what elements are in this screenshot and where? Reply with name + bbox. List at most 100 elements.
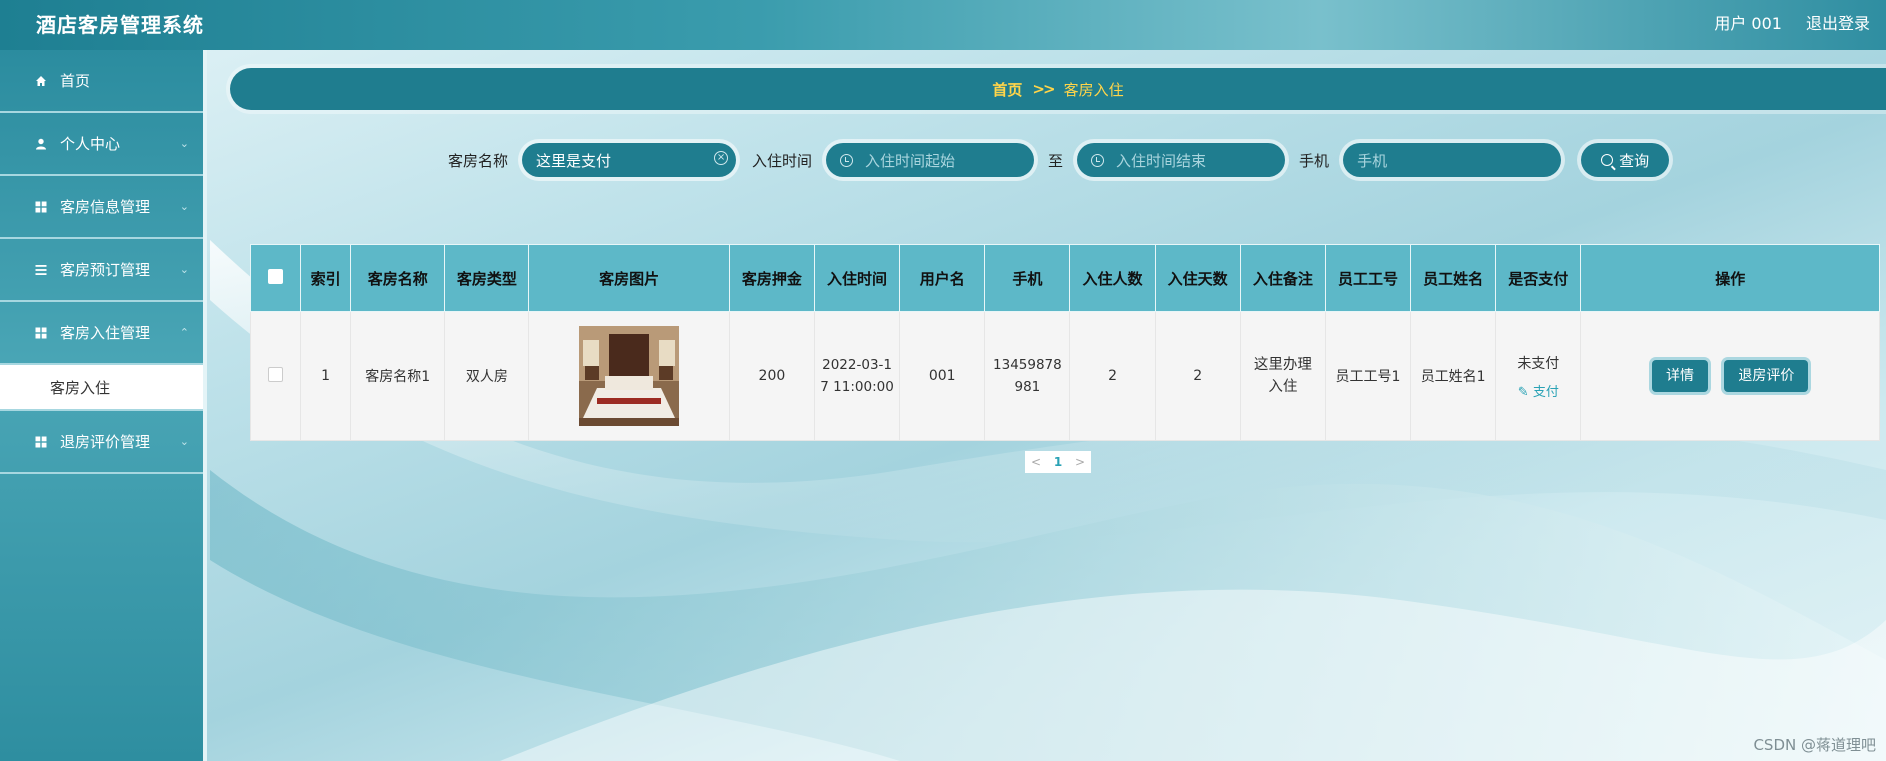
column-header: 客房押金 (728, 244, 815, 312)
checkin-time-label: 入住时间 (752, 151, 813, 170)
sidebar: 首页 个人中心 ⌄ 客房信息管理 ⌄ 客房预订管理 ⌄ 客房入住管理 ⌃ 客房入… (0, 50, 207, 761)
room-type-cell: 双人房 (444, 311, 530, 441)
chevron-down-icon: ⌄ (179, 200, 189, 213)
search-icon (1601, 154, 1614, 166)
checkin-time-cell: 2022-03-17 11:00:00 (813, 311, 901, 441)
detail-button[interactable]: 详情 (1651, 360, 1708, 392)
breadcrumb-current: 客房入住 (1063, 80, 1124, 99)
column-header: 是否支付 (1495, 244, 1582, 312)
column-header: 手机 (984, 244, 1071, 312)
sidebar-item-label: 个人中心 (60, 135, 121, 153)
top-header: 酒店客房管理系统 用户 001 退出登录 (0, 0, 1886, 50)
select-all-cell (249, 244, 302, 312)
deposit-cell: 200 (728, 311, 815, 441)
checkin-end-placeholder: 入住时间结束 (1116, 151, 1207, 170)
to-label: 至 (1048, 151, 1064, 170)
room-image (579, 326, 680, 426)
logout-link[interactable]: 退出登录 (1806, 10, 1870, 34)
chevron-down-icon: ⌄ (179, 435, 189, 448)
actions-cell: 详情 退房评价 (1580, 311, 1880, 441)
breadcrumb-separator: >> (1032, 80, 1055, 98)
sidebar-subitem-checkin[interactable]: 客房入住 (0, 365, 203, 411)
sidebar-item-room-booking[interactable]: 客房预订管理 ⌄ (0, 239, 203, 302)
room-name-value: 这里是支付 (536, 151, 612, 170)
select-all-checkbox[interactable] (268, 268, 284, 284)
sidebar-item-label: 客房入住管理 (60, 324, 151, 342)
phone-cell: 13459878981 (984, 311, 1071, 441)
grid-icon (30, 436, 52, 448)
checkin-start-input[interactable]: 入住时间起始 (826, 143, 1035, 177)
query-button[interactable]: 查询 (1581, 143, 1670, 177)
guests-cell: 2 (1069, 311, 1156, 441)
page-number[interactable]: 1 (1047, 455, 1069, 469)
pagination: < 1 > (1025, 451, 1091, 473)
sidebar-item-checkin-management[interactable]: 客房入住管理 ⌃ (0, 302, 203, 365)
grid-icon (30, 327, 52, 339)
staff-no-cell: 员工工号1 (1324, 311, 1412, 441)
table-row: 1 客房名称1 双人房 200 2022-03-17 11:00:00 001 … (249, 311, 1880, 441)
home-icon (30, 75, 52, 87)
column-header: 操作 (1580, 244, 1880, 312)
sidebar-item-label: 首页 (60, 72, 91, 90)
grid-icon (30, 201, 52, 213)
paid-cell: 未支付 ✎ 支付 (1495, 311, 1582, 441)
checkin-table: 索引 客房名称 客房类型 客房图片 客房押金 入住时间 用户名 手机 入住人数 … (249, 244, 1880, 441)
sidebar-item-personal-center[interactable]: 个人中心 ⌄ (0, 113, 203, 176)
note-cell: 这里办理入住 (1239, 311, 1326, 441)
clock-icon (840, 153, 854, 167)
edit-icon: ✎ (1517, 384, 1529, 400)
sidebar-item-room-info[interactable]: 客房信息管理 ⌄ (0, 176, 203, 239)
checkin-end-input[interactable]: 入住时间结束 (1077, 143, 1286, 177)
watermark: CSDN @蒋道理吧 (1753, 736, 1876, 754)
column-header: 入住人数 (1069, 244, 1156, 312)
sidebar-item-label: 客房预订管理 (60, 261, 151, 279)
sidebar-item-checkout-review[interactable]: 退房评价管理 ⌄ (0, 411, 203, 474)
pay-link[interactable]: ✎ 支付 (1518, 385, 1559, 400)
prev-page-button[interactable]: < (1025, 455, 1047, 469)
sidebar-item-label: 退房评价管理 (60, 433, 151, 451)
username-cell: 001 (899, 311, 986, 441)
column-header: 员工工号 (1324, 244, 1412, 312)
checkin-start-placeholder: 入住时间起始 (865, 151, 956, 170)
chevron-down-icon: ⌄ (179, 263, 189, 276)
sidebar-item-label: 客房信息管理 (60, 198, 151, 216)
sidebar-item-home[interactable]: 首页 (0, 50, 203, 113)
phone-placeholder: 手机 (1357, 151, 1388, 170)
clear-icon[interactable]: × (714, 151, 729, 165)
days-cell: 2 (1154, 311, 1241, 441)
next-page-button[interactable]: > (1069, 455, 1091, 469)
room-name-cell: 客房名称1 (350, 311, 446, 441)
pay-link-label: 支付 (1532, 384, 1559, 400)
query-button-label: 查询 (1619, 151, 1650, 170)
phone-label: 手机 (1299, 151, 1330, 170)
payment-status: 未支付 (1517, 355, 1560, 372)
checkout-review-button[interactable]: 退房评价 (1724, 360, 1809, 392)
column-header: 入住天数 (1154, 244, 1241, 312)
row-checkbox[interactable] (268, 366, 284, 382)
column-header: 客房类型 (444, 244, 530, 312)
staff-name-cell: 员工姓名1 (1410, 311, 1497, 441)
clock-icon (1091, 153, 1105, 167)
breadcrumb: 首页 >> 客房入住 (230, 68, 1886, 110)
user-icon (30, 138, 52, 150)
app-title: 酒店客房管理系统 (36, 13, 204, 37)
column-header: 客房名称 (350, 244, 446, 312)
row-select-cell (249, 311, 302, 441)
room-name-input[interactable]: 这里是支付 × (522, 143, 737, 177)
room-image-cell (528, 311, 730, 441)
column-header: 客房图片 (528, 244, 730, 312)
column-header: 索引 (300, 244, 352, 312)
phone-input[interactable]: 手机 (1343, 143, 1562, 177)
user-area: 用户 001 退出登录 (1714, 10, 1870, 34)
breadcrumb-home-link[interactable]: 首页 (992, 79, 1022, 100)
column-header: 用户名 (899, 244, 986, 312)
current-user-label: 用户 001 (1714, 14, 1782, 33)
search-bar: 客房名称 这里是支付 × 入住时间 入住时间起始 至 入住时间结束 手机 手机 … (448, 143, 1670, 177)
table-header-row: 索引 客房名称 客房类型 客房图片 客房押金 入住时间 用户名 手机 入住人数 … (249, 244, 1880, 312)
column-header: 员工姓名 (1410, 244, 1497, 312)
chevron-down-icon: ⌄ (179, 137, 189, 150)
index-cell: 1 (300, 311, 352, 441)
column-header: 入住时间 (813, 244, 901, 312)
chevron-up-icon: ⌃ (179, 326, 189, 339)
list-icon (30, 264, 52, 276)
